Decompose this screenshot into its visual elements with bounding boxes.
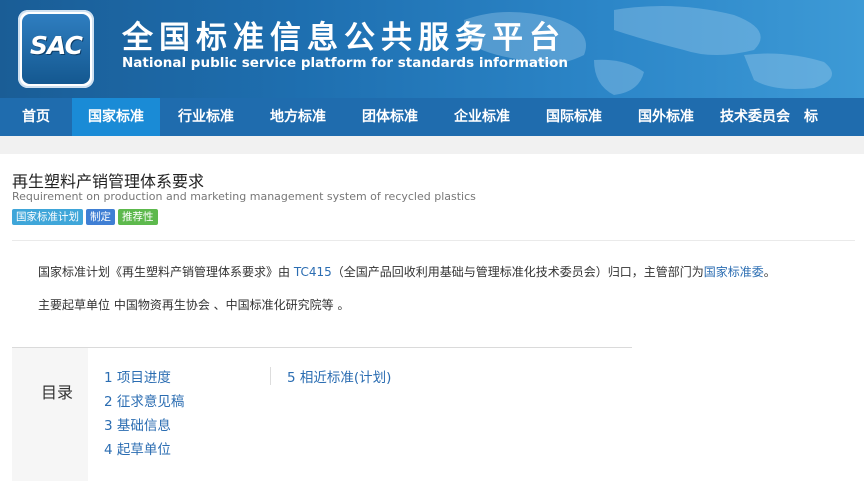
summary-line-1: 国家标准计划《再生塑料产销管理体系要求》由 TC415（全国产品回收利用基础与管… (38, 263, 776, 280)
nav-enterprise-standards[interactable]: 企业标准 (436, 98, 528, 136)
nav-industry-standards[interactable]: 行业标准 (160, 98, 252, 136)
standard-title-cn: 再生塑料产销管理体系要求 (12, 172, 205, 191)
badge-national-plan: 国家标准计划 (12, 209, 83, 225)
sac-logo[interactable]: SAC (18, 10, 94, 88)
toc-item-similar-standards[interactable]: 5 相近标准(计划) (287, 366, 391, 390)
nav-foreign-standards[interactable]: 国外标准 (620, 98, 712, 136)
badge-group: 国家标准计划 制定 推荐性 (12, 209, 158, 225)
tc-link[interactable]: TC415 (294, 265, 332, 279)
department-link[interactable]: 国家标准委 (704, 265, 764, 279)
section-divider (12, 240, 855, 241)
nav-national-standards[interactable]: 国家标准 (72, 98, 160, 136)
toc-item-drafting-units[interactable]: 4 起草单位 (104, 438, 184, 462)
badge-recommended: 推荐性 (118, 209, 158, 225)
standard-title-en: Requirement on production and marketing … (12, 190, 476, 203)
summary-line-2: 主要起草单位 中国物资再生协会 、中国标准化研究院等 。 (38, 298, 350, 312)
header-banner: SAC 全国标准信息公共服务平台 National public service… (0, 0, 864, 98)
toc-item-draft[interactable]: 2 征求意见稿 (104, 390, 184, 414)
logo-text: SAC (30, 31, 83, 60)
site-title-en: National public service platform for sta… (122, 55, 569, 71)
toc-item-basic-info[interactable]: 3 基础信息 (104, 414, 184, 438)
toc-item-progress[interactable]: 1 项目进度 (104, 366, 184, 390)
summary-text-c: 。 (763, 265, 776, 279)
nav-international-standards[interactable]: 国际标准 (528, 98, 620, 136)
nav-group-standards[interactable]: 团体标准 (344, 98, 436, 136)
summary-text-a: 国家标准计划《再生塑料产销管理体系要求》由 (38, 265, 294, 279)
site-title-cn: 全国标准信息公共服务平台 (122, 20, 566, 56)
toc-label: 目录 (41, 383, 74, 402)
breadcrumb-strip (0, 136, 864, 154)
nav-home[interactable]: 首页 (0, 98, 72, 136)
toc-column-divider (270, 367, 271, 385)
summary-text-b: （全国产品回收利用基础与管理标准化技术委员会）归口，主管部门为 (331, 265, 704, 279)
toc-column-2: 5 相近标准(计划) (287, 366, 391, 390)
main-nav: 首页 国家标准 行业标准 地方标准 团体标准 企业标准 国际标准 国外标准 技术… (0, 98, 864, 136)
nav-technical-committee[interactable]: 技术委员会 (712, 98, 798, 136)
toc-label-box (12, 348, 88, 481)
nav-truncated[interactable]: 标 (798, 98, 836, 136)
toc-top-border (12, 347, 632, 348)
nav-local-standards[interactable]: 地方标准 (252, 98, 344, 136)
badge-formulate: 制定 (86, 209, 115, 225)
toc-column-1: 1 项目进度 2 征求意见稿 3 基础信息 4 起草单位 (104, 366, 184, 462)
